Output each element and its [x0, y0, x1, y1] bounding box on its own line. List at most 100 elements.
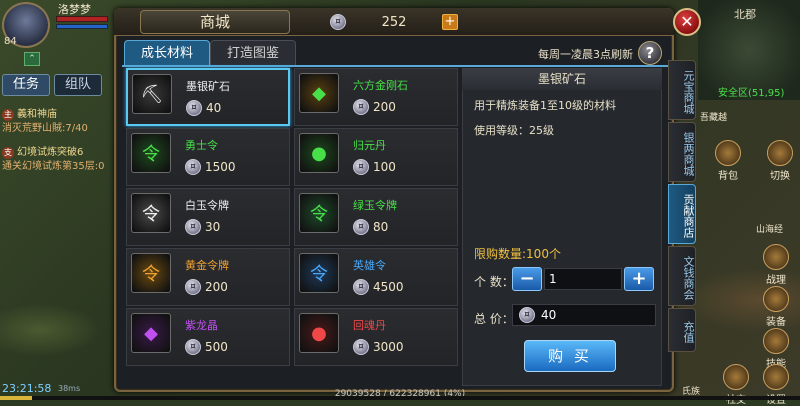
coin-icon: ¤	[519, 307, 535, 323]
quest-detail: 消灭荒野山賊:7/40	[2, 123, 88, 134]
coin-icon: ¤	[185, 219, 201, 235]
switch-icon	[767, 140, 793, 166]
item-price-value: 30	[205, 220, 221, 234]
item-price-value: 3000	[373, 340, 404, 354]
quest-detail: 通关幻境试炼第35层:0	[2, 161, 105, 172]
item-name: 归元丹	[353, 139, 386, 152]
item-price: ¤ 80	[353, 219, 388, 235]
hp-bar	[56, 16, 108, 22]
item-name: 绿玉令牌	[353, 199, 397, 212]
shop-item[interactable]: ● 归元丹 ¤ 100	[294, 128, 458, 186]
coin-icon: ¤	[186, 100, 202, 116]
player-name: 洛梦梦	[58, 3, 91, 16]
map-badge: 山海经	[756, 225, 784, 235]
close-button[interactable]: ✕	[673, 8, 701, 36]
detail-level: 使用等级：25级	[474, 124, 554, 137]
quest-tag: 支	[2, 147, 14, 159]
quest-entry-main[interactable]: 主義和神庙 消灭荒野山賊:7/40	[2, 108, 114, 136]
item-name: 白玉令牌	[185, 199, 229, 212]
expand-arrow-icon[interactable]: ⌃	[24, 52, 40, 66]
detail-description: 用于精炼装备1至10级的材料	[474, 99, 616, 112]
currency-display: ¤ 252 +	[330, 14, 458, 30]
quest-title: 義和神庙	[17, 109, 57, 120]
item-price-value: 200	[373, 100, 396, 114]
experience-fill	[0, 396, 32, 400]
item-price: ¤ 3000	[353, 339, 404, 355]
shop-item[interactable]: ● 回魂丹 ¤ 3000	[294, 308, 458, 366]
item-price: ¤ 500	[185, 339, 228, 355]
side-tab-category[interactable]: 银两商城	[668, 122, 696, 182]
equipment-icon	[763, 286, 789, 312]
quantity-label: 个 数：	[474, 275, 514, 289]
item-detail-pane	[462, 68, 662, 386]
item-price-value: 200	[205, 280, 228, 294]
shop-item[interactable]: 令 英雄令 ¤ 4500	[294, 248, 458, 306]
player-level: 84	[4, 36, 17, 47]
item-price-value: 100	[373, 160, 396, 174]
coin-icon: ¤	[353, 219, 369, 235]
item-price-value: 80	[373, 220, 389, 234]
decrease-quantity-button[interactable]: −	[512, 267, 542, 291]
switch-button[interactable]: 切换	[760, 140, 800, 182]
token-icon: 令	[299, 253, 339, 293]
token-icon: 令	[131, 133, 171, 173]
shop-item[interactable]: 令 白玉令牌 ¤ 30	[126, 188, 290, 246]
mp-bar	[56, 24, 108, 29]
quantity-input[interactable]: 1	[544, 268, 622, 290]
tab-underline	[122, 65, 670, 67]
currency-balance: 252	[381, 14, 407, 30]
item-name: 勇士令	[185, 139, 218, 152]
item-name: 黄金令牌	[185, 259, 229, 272]
shop-item[interactable]: 令 勇士令 ¤ 1500	[126, 128, 290, 186]
quest-entry-side[interactable]: 支幻境试炼突破6 通关幻境试炼第35层:0	[2, 146, 114, 174]
tab-crafting-guide[interactable]: 打造图鉴	[210, 40, 296, 66]
item-price-value: 1500	[205, 160, 236, 174]
shop-item[interactable]: ◆ 六方金刚石 ¤ 200	[294, 68, 458, 126]
shop-item[interactable]: 令 绿玉令牌 ¤ 80	[294, 188, 458, 246]
item-price-value: 500	[205, 340, 228, 354]
skills-icon	[763, 328, 789, 354]
item-price: ¤ 30	[185, 219, 220, 235]
help-button[interactable]: ?	[638, 41, 662, 65]
side-tab-category[interactable]: 贡献商店	[668, 184, 696, 244]
buy-button[interactable]: 购 买	[524, 340, 616, 372]
shop-title: 商城	[140, 10, 290, 34]
item-name: 回魂丹	[353, 319, 386, 332]
item-price: ¤ 100	[353, 159, 396, 175]
item-price: ¤ 40	[186, 100, 221, 116]
tab-growth-materials[interactable]: 成长材料	[124, 40, 210, 66]
refresh-note: 每周一凌晨3点刷新	[538, 48, 633, 61]
add-currency-button[interactable]: +	[442, 14, 458, 30]
item-price: ¤ 200	[185, 279, 228, 295]
shop-item[interactable]: 令 黄金令牌 ¤ 200	[126, 248, 290, 306]
item-name: 六方金刚石	[353, 79, 408, 92]
shop-item[interactable]: ⛏ 墨银矿石 ¤ 40	[126, 68, 290, 126]
shop-tabs: 成长材料 打造图鉴	[124, 40, 296, 66]
side-tab-category[interactable]: 充值	[668, 308, 696, 352]
shop-item[interactable]: ◆ 紫龙晶 ¤ 500	[126, 308, 290, 366]
side-tab-category[interactable]: 文钱商会	[668, 246, 696, 306]
item-price: ¤ 1500	[185, 159, 236, 175]
purchase-limit: 限购数量:100个	[474, 247, 561, 261]
map-name: 北郡	[734, 8, 756, 21]
map-badge: 吾藏越	[700, 113, 728, 123]
tab-tasks[interactable]: 任务	[2, 74, 50, 96]
coin-icon: ¤	[353, 279, 369, 295]
item-price: ¤ 200	[353, 99, 396, 115]
item-price-value: 4500	[373, 280, 404, 294]
coin-icon: ¤	[185, 339, 201, 355]
battle-button[interactable]: 战理	[756, 244, 796, 286]
equipment-button[interactable]: 装备	[756, 286, 796, 328]
item-name: 紫龙晶	[185, 319, 218, 332]
total-price: ¤ 40	[512, 304, 656, 326]
pill-icon: ●	[299, 133, 339, 173]
bag-button[interactable]: 背包	[708, 140, 748, 182]
increase-quantity-button[interactable]: +	[624, 267, 654, 291]
side-tab-category[interactable]: 元宝商城	[668, 60, 696, 120]
tab-team[interactable]: 组队	[54, 74, 102, 96]
bag-icon	[715, 140, 741, 166]
coin-icon: ¤	[353, 339, 369, 355]
quest-tag: 主	[2, 109, 14, 121]
item-grid: ⛏ 墨银矿石 ¤ 40 ◆ 六方金刚石 ¤ 200 令勇士令 ¤ 1500 ● 归元丹 ¤ 100 令白玉令牌…	[126, 68, 458, 386]
coin-icon: ¤	[353, 159, 369, 175]
